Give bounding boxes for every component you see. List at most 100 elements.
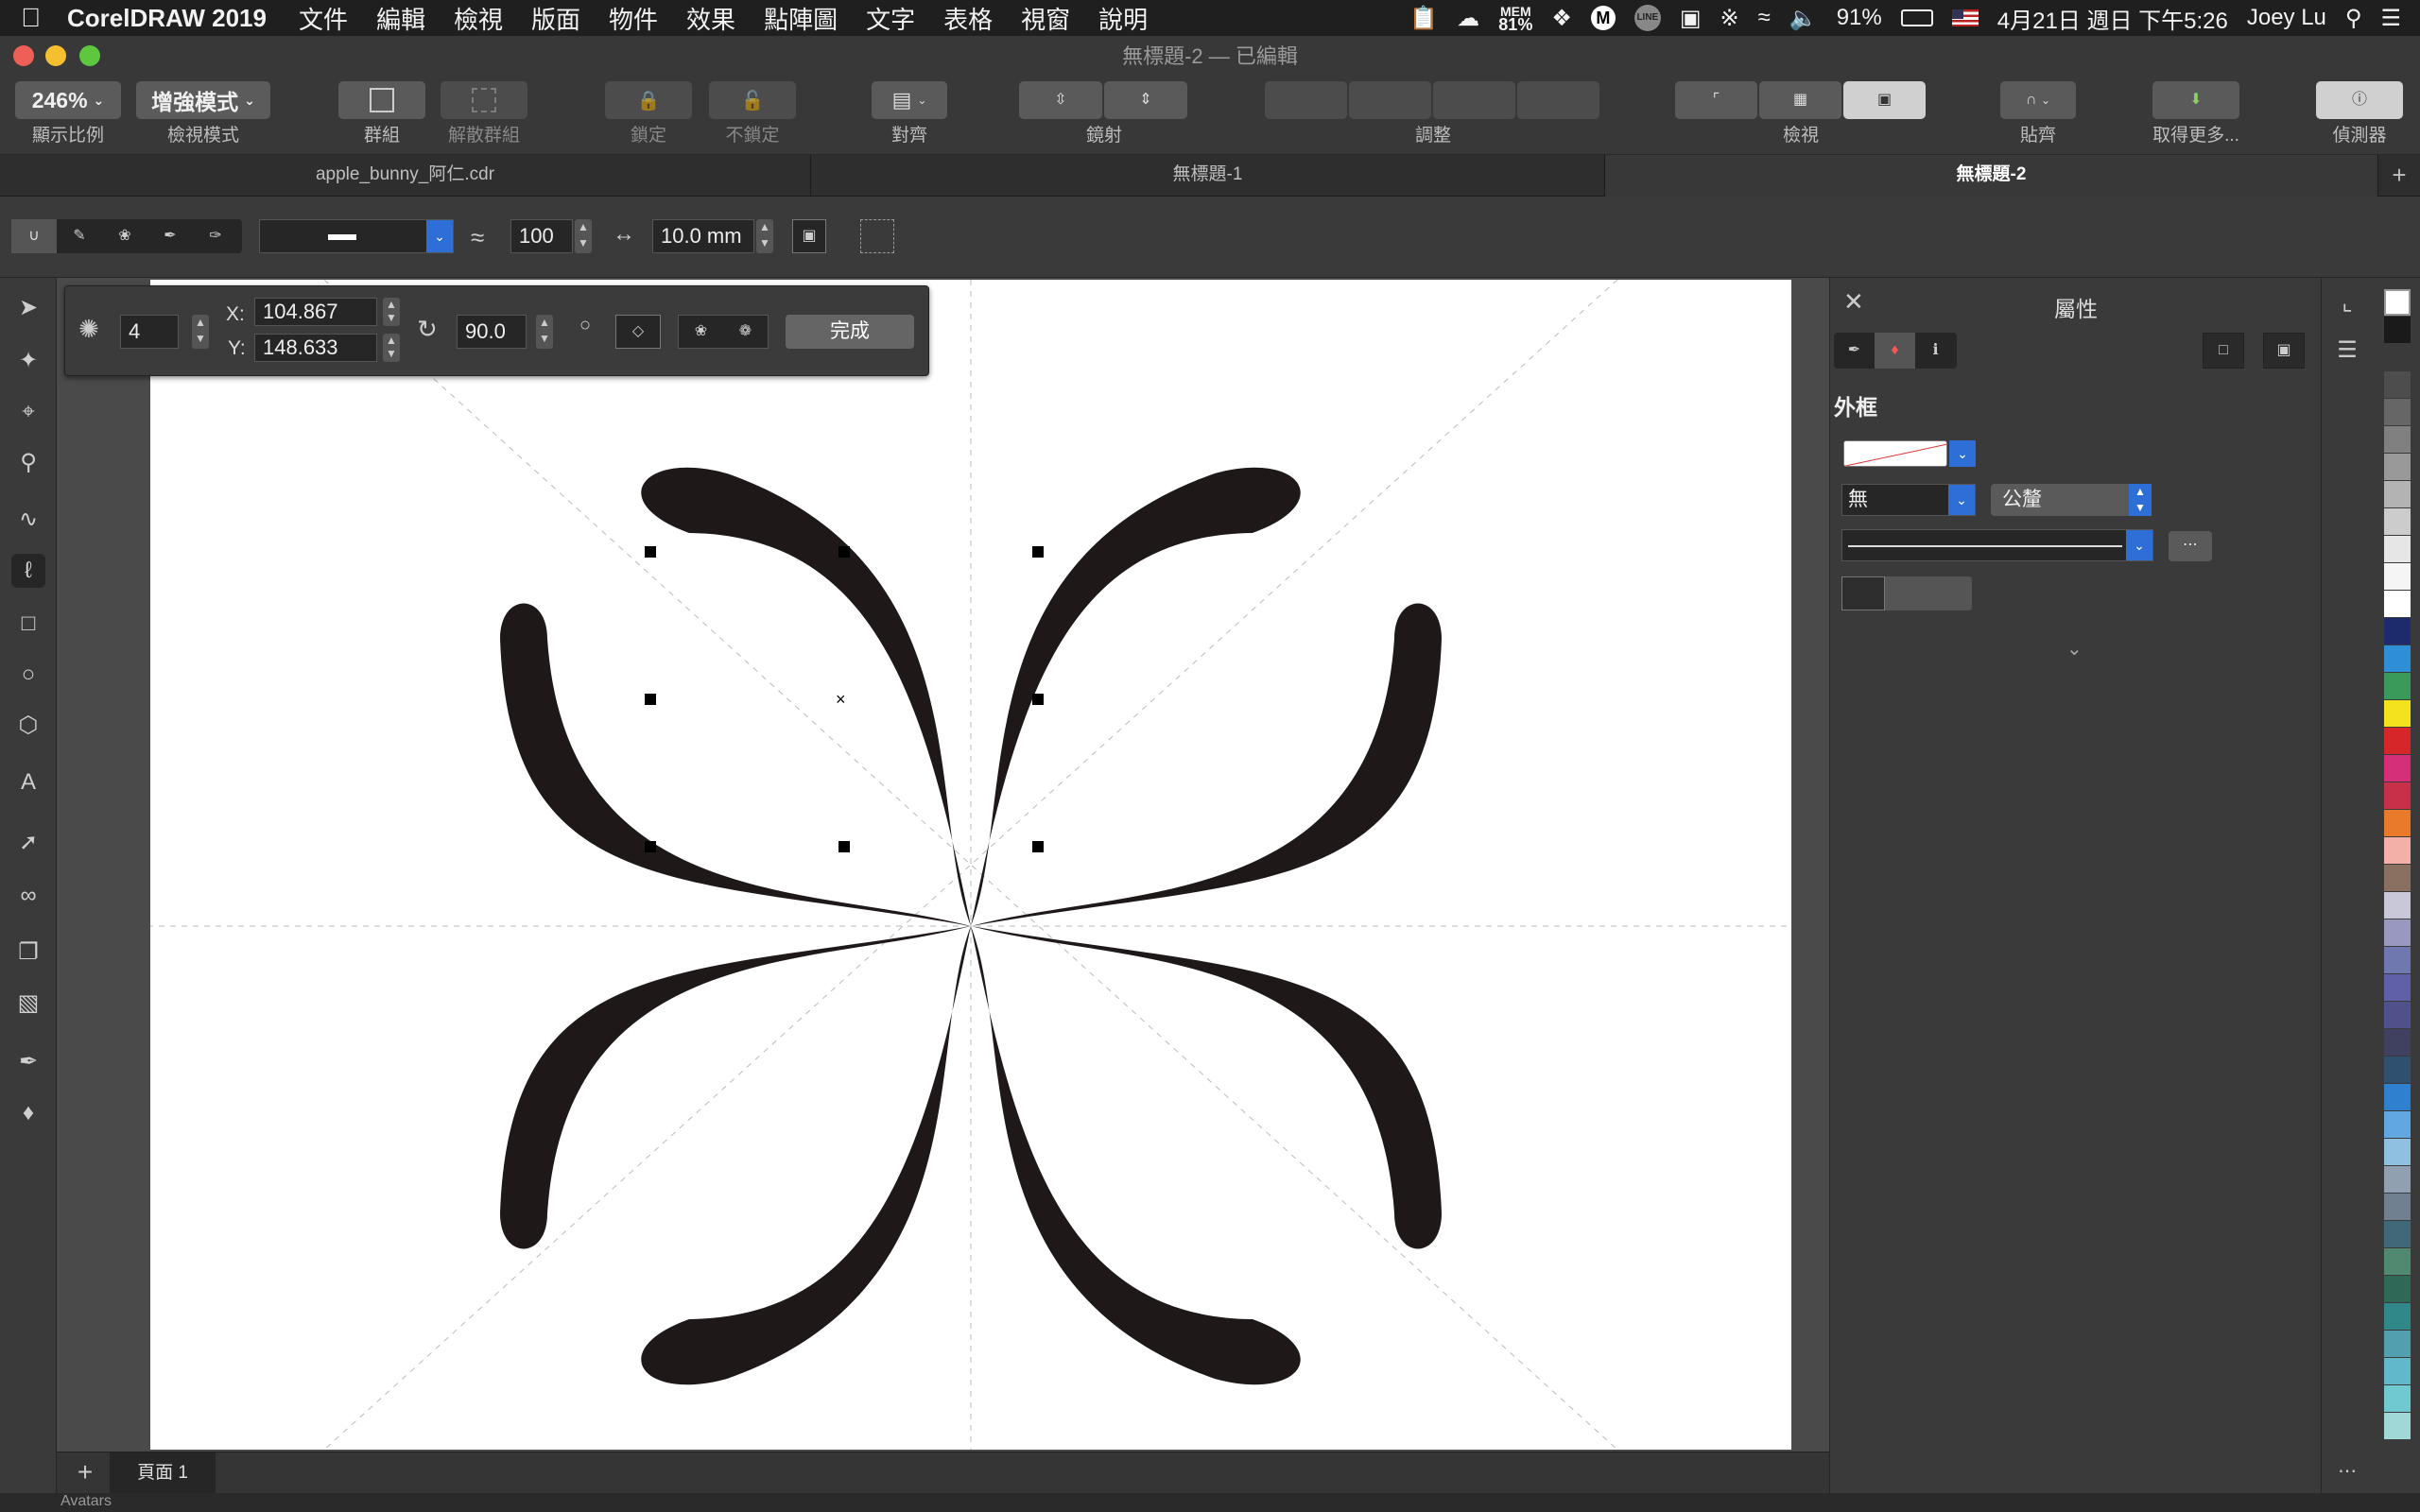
palette-swatch[interactable] (2384, 892, 2411, 919)
grid-toggle-button[interactable]: ▦ (1759, 81, 1841, 119)
expression-mode-button[interactable]: ✑ (193, 219, 238, 253)
palette-swatch[interactable] (2384, 974, 2411, 1001)
palette-swatch[interactable] (2384, 645, 2411, 672)
shadow-tool-icon[interactable]: ❐ (11, 936, 45, 970)
line-style-dropdown[interactable]: ⌄ (1841, 529, 2153, 561)
palette-swatch[interactable] (2384, 1002, 2411, 1028)
hints-button[interactable]: ⓘ (2316, 81, 2403, 119)
done-button[interactable]: 完成 (786, 315, 914, 349)
selection-handle-bottom-right[interactable] (1032, 841, 1044, 852)
eyedropper-tool-icon[interactable]: ✒ (11, 1045, 45, 1079)
selection-handle-top-right[interactable] (1032, 546, 1044, 558)
palette-swatch[interactable] (2384, 371, 2411, 398)
ellipse-tool-icon[interactable]: ○ (11, 658, 45, 692)
menu-table[interactable]: 表格 (943, 1, 993, 36)
minimize-window-button[interactable] (45, 45, 66, 66)
zoom-window-button[interactable] (79, 45, 100, 66)
mirror-horizontal-button[interactable]: ⇳ (1019, 81, 1102, 119)
palette-swatch[interactable] (2384, 1221, 2411, 1247)
unlock-button[interactable]: 🔓 (709, 81, 796, 119)
y-stepper[interactable]: ▲ ▼ (383, 334, 400, 362)
palette-swatch[interactable] (2384, 1029, 2411, 1056)
palette-swatch[interactable] (2384, 1111, 2411, 1138)
get-more-button[interactable]: ⬇ (2152, 81, 2239, 119)
preview-button[interactable]: ▣ (2263, 333, 2305, 369)
rectangle-tool-icon[interactable]: □ (11, 607, 45, 641)
spotlight-search-icon[interactable]: ⚲ (2345, 5, 2362, 32)
y-input[interactable]: 148.633 (254, 334, 377, 362)
palette-swatch[interactable] (2384, 1413, 2411, 1439)
scale-with-object-button[interactable]: ▣ (792, 219, 826, 253)
palette-swatch[interactable] (2384, 1084, 2411, 1110)
menu-layout[interactable]: 版面 (531, 1, 580, 36)
selection-handle-top-left[interactable] (645, 546, 656, 558)
view-mode-dropdown[interactable]: 增強模式 ⌄ (136, 81, 270, 119)
selection-handle-top[interactable] (838, 546, 850, 558)
bounding-box-button[interactable] (860, 219, 894, 253)
transparency-tool-icon[interactable]: ▧ (11, 987, 45, 1021)
palette-swatch[interactable] (2384, 536, 2411, 562)
mirror-vertical-button[interactable]: ⇕ (1104, 81, 1187, 119)
outline-color-dropdown[interactable]: ⌄ (1949, 440, 1976, 467)
menu-help[interactable]: 說明 (1098, 1, 1148, 36)
unlink-copies-button[interactable]: ❁ (723, 316, 768, 348)
rotation-center-icon[interactable]: × (836, 690, 846, 710)
palette-swatch[interactable] (2384, 317, 2411, 343)
selection-handle-bottom-left[interactable] (645, 841, 656, 852)
palette-swatch[interactable] (2384, 865, 2411, 891)
x-input[interactable]: 104.867 (254, 298, 377, 326)
palette-swatch[interactable] (2384, 454, 2411, 480)
tab-untitled-2[interactable]: 無標題-2 (1605, 155, 2378, 197)
brush-mode-button[interactable]: ✎ (57, 219, 102, 253)
clipboard-icon[interactable]: 📋 (1409, 5, 1438, 32)
docker-more-icon[interactable]: ⋯ (2331, 1459, 2363, 1482)
connector-tool-icon[interactable]: ➚ (11, 826, 45, 860)
palette-swatch[interactable] (2384, 289, 2411, 316)
palette-swatch[interactable] (2384, 1139, 2411, 1165)
palette-swatch[interactable] (2384, 563, 2411, 590)
x-stepper[interactable]: ▲ ▼ (383, 298, 400, 326)
nib-width-input[interactable]: 10.0 mm (652, 219, 754, 253)
angle-input[interactable]: 90.0 (457, 315, 527, 349)
rulers-toggle-button[interactable]: ⌜ (1675, 81, 1757, 119)
calligraphic-mode-button[interactable]: ✒ (147, 219, 193, 253)
palette-swatch[interactable] (2384, 618, 2411, 644)
menu-view[interactable]: 檢視 (454, 1, 503, 36)
selection-handle-right[interactable] (1032, 694, 1044, 705)
menu-object[interactable]: 物件 (609, 1, 658, 36)
new-tab-button[interactable]: + (2378, 155, 2420, 197)
object-properties-docker-icon[interactable]: ⌞ (2331, 287, 2363, 319)
outline-width-dropdown[interactable]: 無 ⌄ (1841, 484, 1976, 516)
forward-one-button[interactable] (1349, 81, 1431, 119)
round-corner-button[interactable] (1885, 576, 1928, 610)
smoothing-stepper[interactable]: ▲ ▼ (575, 219, 592, 253)
user-name[interactable]: Joey Lu (2247, 5, 2326, 31)
drawing-canvas[interactable]: × (57, 278, 1829, 1452)
polygon-tool-icon[interactable]: ⬡ (11, 709, 45, 743)
stroke-preset-dropdown[interactable]: ⌄ (259, 219, 454, 253)
menu-text[interactable]: 文字 (866, 1, 915, 36)
notification-center-icon[interactable]: ☰ (2380, 5, 2401, 32)
m-app-icon[interactable]: M (1590, 6, 1616, 30)
pick-tool-icon[interactable]: ➤ (11, 291, 45, 325)
summary-tab[interactable]: ℹ (1915, 333, 1956, 369)
snap-dropdown[interactable]: ∩ ⌄ (2000, 81, 2076, 119)
nib-width-stepper[interactable]: ▲ ▼ (756, 219, 773, 253)
battery-percent[interactable]: 91% (1837, 5, 1882, 31)
guidelines-toggle-button[interactable]: ▣ (1843, 81, 1926, 119)
frame-button[interactable]: □ (2203, 333, 2244, 369)
page-tab-1[interactable]: 頁面 1 (110, 1452, 216, 1494)
palette-swatch[interactable] (2384, 1248, 2411, 1275)
bluetooth-icon[interactable]: ※ (1720, 5, 1739, 32)
palette-swatch[interactable] (2384, 673, 2411, 699)
fill-tool-icon[interactable]: ♦ (11, 1096, 45, 1130)
preset-mode-button[interactable]: ∪ (11, 219, 57, 253)
menu-window[interactable]: 視窗 (1021, 1, 1070, 36)
palette-swatch[interactable] (2384, 947, 2411, 973)
link-copies-button[interactable]: ❀ (679, 316, 723, 348)
artistic-media-tool-icon[interactable]: ℓ (11, 554, 45, 588)
lock-button[interactable]: 🔒 (605, 81, 692, 119)
blend-tool-icon[interactable]: ∞ (11, 879, 45, 913)
zoom-dropdown[interactable]: 246% ⌄ (15, 81, 121, 119)
palette-swatch[interactable] (2384, 1276, 2411, 1302)
